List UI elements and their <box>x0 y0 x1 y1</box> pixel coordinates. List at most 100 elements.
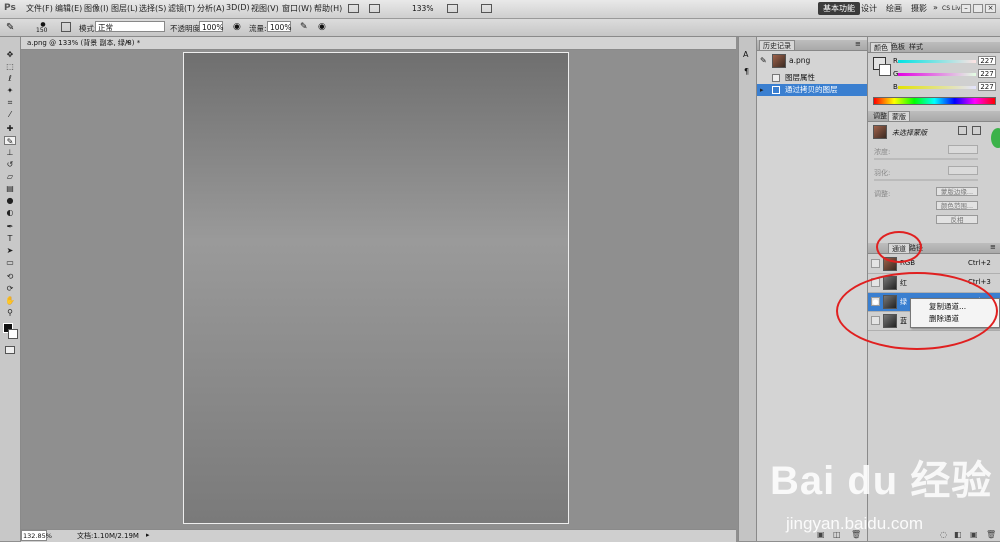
tab-history[interactable]: 历史记录 <box>759 40 795 50</box>
photo-canvas[interactable] <box>183 52 569 524</box>
color-bg-swatch[interactable] <box>879 64 891 76</box>
pen-tool-icon[interactable]: ✒ <box>4 222 16 231</box>
color-spectrum-ramp[interactable] <box>873 97 996 105</box>
zoom-tool-icon[interactable]: ⚲ <box>4 308 16 317</box>
add-pixel-mask-icon[interactable] <box>958 126 967 135</box>
snapshot-brush-icon: ✎ <box>760 56 767 65</box>
healing-tool-icon[interactable]: ✚ <box>4 124 16 133</box>
tab-paths[interactable]: 路径 <box>906 243 926 253</box>
menu-help[interactable]: 帮助(H) <box>314 3 342 14</box>
blur-tool-icon[interactable]: ● <box>4 196 16 205</box>
opacity-field[interactable]: 100% <box>199 21 223 32</box>
history-panel-menu-icon[interactable]: ≡ <box>855 40 861 48</box>
document-close-icon[interactable]: × <box>125 38 131 46</box>
history-brush-tool-icon[interactable]: ↺ <box>4 160 16 169</box>
delete-channel-item[interactable]: 删除通道 <box>911 313 999 325</box>
eyedropper-tool-icon[interactable]: ⁄ <box>4 110 16 119</box>
blue-slider[interactable] <box>898 86 976 89</box>
menu-file[interactable]: 文件(F) <box>26 3 53 14</box>
shape-tool-icon[interactable]: ▭ <box>4 258 16 267</box>
red-slider[interactable] <box>898 60 976 63</box>
density-field <box>948 145 978 154</box>
refine-label: 调整: <box>874 190 891 198</box>
menu-edit[interactable]: 编辑(E) <box>55 3 82 14</box>
zoom-readout[interactable]: 133% <box>412 4 433 13</box>
3d-orbit-tool-icon[interactable]: ⟳ <box>4 284 16 293</box>
path-select-tool-icon[interactable]: ➤ <box>4 246 16 255</box>
menu-image[interactable]: 图像(I) <box>84 3 109 14</box>
pressure-opacity-icon[interactable]: ◉ <box>233 22 241 32</box>
blue-value-field[interactable]: 227 <box>978 82 996 91</box>
menu-layer[interactable]: 图层(L) <box>111 3 138 14</box>
flow-field[interactable]: 100% <box>267 21 291 32</box>
menu-select[interactable]: 选择(S) <box>139 3 166 14</box>
visibility-eye-icon[interactable]: ● <box>871 297 880 306</box>
quick-select-tool-icon[interactable]: ✦ <box>4 86 16 95</box>
dodge-tool-icon[interactable]: ◐ <box>4 208 16 217</box>
snapshot-thumbnail <box>772 54 786 68</box>
workspace-essentials[interactable]: 基本功能 <box>818 2 860 15</box>
history-item[interactable]: 图层属性 <box>757 72 867 84</box>
red-value-field[interactable]: 227 <box>978 56 996 65</box>
menu-3d[interactable]: 3D(D) <box>226 3 250 12</box>
airbrush-icon[interactable]: ✎ <box>300 22 308 32</box>
add-vector-mask-icon[interactable] <box>972 126 981 135</box>
stamp-tool-icon[interactable]: ⊥ <box>4 148 16 157</box>
masks-title: 未选择蒙版 <box>892 129 927 137</box>
mode-select[interactable]: 正常 <box>95 21 165 32</box>
type-tool-icon[interactable]: T <box>4 234 16 243</box>
tab-styles[interactable]: 样式 <box>906 42 926 52</box>
visibility-icon[interactable] <box>871 259 880 268</box>
green-value-field[interactable]: 227 <box>978 69 996 78</box>
screen-mode-icon[interactable] <box>481 4 492 13</box>
marquee-tool-icon[interactable]: ⬚ <box>4 62 16 71</box>
eraser-tool-icon[interactable]: ▱ <box>4 172 16 181</box>
menu-window[interactable]: 窗口(W) <box>282 3 312 14</box>
lasso-tool-icon[interactable]: ℓ <box>4 74 16 83</box>
visibility-icon[interactable] <box>871 316 880 325</box>
hand-tool-icon[interactable]: ✋ <box>4 296 16 305</box>
workspace-more[interactable]: » <box>933 3 938 12</box>
channel-row[interactable]: 红 Ctrl+3 <box>868 274 1000 293</box>
move-tool-icon[interactable]: ✥ <box>4 50 16 59</box>
pressure-size-icon[interactable]: ◉ <box>318 22 326 32</box>
menu-filter[interactable]: 滤镜(T) <box>168 3 195 14</box>
menu-analysis[interactable]: 分析(A) <box>197 3 225 14</box>
brush-panel-icon[interactable] <box>61 22 71 32</box>
character-panel-icon[interactable]: A <box>743 50 748 59</box>
quick-mask-icon[interactable] <box>5 346 15 354</box>
channel-name: 红 <box>900 279 907 287</box>
background-color-swatch[interactable] <box>8 329 18 339</box>
tab-adjustments[interactable]: 调整 <box>870 111 890 121</box>
paragraph-panel-icon[interactable]: ¶ <box>744 67 749 76</box>
channel-row[interactable]: RGB Ctrl+2 <box>868 255 1000 274</box>
maximize-button[interactable] <box>973 4 983 13</box>
brush-tool-icon[interactable]: ✎ <box>6 22 14 33</box>
3d-rotate-tool-icon[interactable]: ⟲ <box>4 272 16 281</box>
minimize-button[interactable]: – <box>961 4 971 13</box>
arrange-icon[interactable] <box>447 4 458 13</box>
document-tab[interactable]: a.png @ 133% (背景 副本, 绿/8) * × <box>21 37 736 50</box>
status-menu-icon[interactable]: ▸ <box>146 531 150 539</box>
history-snapshot[interactable]: ✎ a.png <box>757 53 867 69</box>
visibility-icon[interactable] <box>871 278 880 287</box>
menu-view[interactable]: 视图(V) <box>251 3 279 14</box>
crop-tool-icon[interactable]: ⌗ <box>4 98 16 107</box>
workspace-design[interactable]: 设计 <box>861 3 877 14</box>
gradient-tool-icon[interactable]: ▤ <box>4 184 16 193</box>
minibridge-icon[interactable] <box>369 4 380 13</box>
zoom-level-field[interactable]: 132.85% <box>21 530 52 541</box>
close-button[interactable]: × <box>985 4 996 13</box>
workspace-painting[interactable]: 绘画 <box>886 3 902 14</box>
duplicate-channel-item[interactable]: 复制通道... <box>911 301 999 313</box>
workspace-photography[interactable]: 摄影 <box>911 3 927 14</box>
brush-preset-picker[interactable]: 150 ● <box>36 21 50 34</box>
bridge-icon[interactable] <box>348 4 359 13</box>
channels-panel-menu-icon[interactable]: ≡ <box>990 243 996 251</box>
brush-tool-icon-active[interactable]: ✎ <box>4 136 16 146</box>
options-bar: ✎ 150 ● 模式: 正常 不透明度: 100% ◉ 流量: 100% ✎ ◉ <box>0 19 1000 37</box>
tab-masks[interactable]: 蒙版 <box>888 111 910 121</box>
tab-swatches[interactable]: 色板 <box>888 42 908 52</box>
history-item-selected[interactable]: ▸ 通过拷贝的图层 <box>757 84 867 96</box>
green-slider[interactable] <box>898 73 976 76</box>
